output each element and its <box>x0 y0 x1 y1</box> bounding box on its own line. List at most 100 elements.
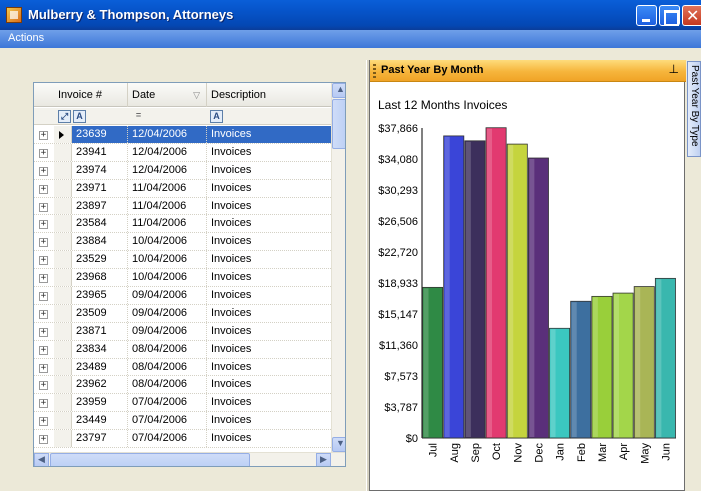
cell-date[interactable]: 09/04/2006 <box>128 322 207 340</box>
row-selector[interactable] <box>54 322 72 340</box>
cell-description[interactable]: Invoices <box>207 341 331 358</box>
table-row[interactable]: +23959 07/04/2006 Invoices <box>34 394 331 413</box>
cell-description[interactable]: Invoices <box>207 251 331 268</box>
table-row[interactable]: +23941 12/04/2006 Invoices <box>34 143 331 162</box>
cell-invoice[interactable]: 23965 <box>72 287 128 304</box>
cell-date[interactable]: 08/04/2006 <box>128 358 207 376</box>
table-row[interactable]: +23639 12/04/2006 Invoices <box>34 126 331 144</box>
expand-icon[interactable]: + <box>39 202 48 212</box>
cell-date[interactable]: 08/04/2006 <box>128 376 207 394</box>
cell-description[interactable]: Invoices <box>207 180 331 197</box>
cell-date[interactable]: 07/04/2006 <box>128 430 207 448</box>
expand-icon[interactable]: + <box>39 345 48 355</box>
row-selector[interactable] <box>54 179 72 197</box>
row-selector[interactable] <box>54 251 72 269</box>
cell-date[interactable]: 09/04/2006 <box>128 304 207 322</box>
cell-description[interactable]: Invoices <box>207 323 331 340</box>
table-row[interactable]: +23449 07/04/2006 Invoices <box>34 412 331 431</box>
column-header-description[interactable]: Description <box>207 83 331 107</box>
table-row[interactable]: +23971 11/04/2006 Invoices <box>34 179 331 198</box>
cell-date[interactable]: 11/04/2006 <box>128 215 207 233</box>
invoice-grid[interactable]: Invoice # Date ▽ Description ⤢ A = A +236… <box>33 82 346 467</box>
cell-date[interactable]: 10/04/2006 <box>128 233 207 251</box>
pane-header[interactable]: Past Year By Month ⊥ <box>370 60 686 82</box>
table-row[interactable]: +23974 12/04/2006 Invoices <box>34 161 331 180</box>
expand-icon[interactable]: + <box>39 184 48 194</box>
cell-description[interactable]: Invoices <box>207 144 331 161</box>
row-selector[interactable] <box>54 143 72 161</box>
close-button[interactable]: ✕ <box>682 5 701 26</box>
expand-icon[interactable]: + <box>39 309 48 319</box>
row-selector[interactable] <box>54 197 72 215</box>
cell-description[interactable]: Invoices <box>207 269 331 286</box>
cell-date[interactable]: 12/04/2006 <box>128 143 207 161</box>
column-header-invoice[interactable]: Invoice # <box>54 83 128 107</box>
cell-description[interactable]: Invoices <box>207 394 331 411</box>
cell-description[interactable]: Invoices <box>207 376 331 393</box>
row-selector[interactable] <box>54 412 72 430</box>
expand-icon[interactable]: + <box>39 399 48 409</box>
horizontal-scroll-thumb[interactable] <box>50 453 250 466</box>
cell-invoice[interactable]: 23941 <box>72 143 128 161</box>
cell-date[interactable]: 10/04/2006 <box>128 251 207 269</box>
cell-description[interactable]: Invoices <box>207 287 331 304</box>
horizontal-scrollbar[interactable]: ◀ ▶ <box>34 452 345 466</box>
cell-description[interactable]: Invoices <box>207 305 331 322</box>
filter-operator-invoice-icon[interactable]: A <box>73 110 86 123</box>
minimize-button[interactable] <box>636 5 657 26</box>
expand-icon[interactable]: + <box>39 292 48 302</box>
cell-invoice[interactable]: 23797 <box>72 430 128 448</box>
scroll-right-button[interactable]: ▶ <box>316 453 331 466</box>
vertical-scroll-thumb[interactable] <box>332 99 345 149</box>
expand-icon[interactable]: + <box>39 148 48 158</box>
cell-invoice[interactable]: 23962 <box>72 376 128 394</box>
maximize-button[interactable] <box>659 5 680 26</box>
expand-icon[interactable]: + <box>39 131 48 140</box>
cell-invoice[interactable]: 23639 <box>72 126 128 143</box>
expand-icon[interactable]: + <box>39 417 48 427</box>
table-row[interactable]: +23968 10/04/2006 Invoices <box>34 269 331 288</box>
expand-icon[interactable]: + <box>39 220 48 230</box>
expand-icon[interactable]: + <box>39 327 48 337</box>
row-selector[interactable] <box>54 430 72 448</box>
grip-icon[interactable] <box>373 64 376 78</box>
cell-invoice[interactable]: 23449 <box>72 412 128 430</box>
row-selector[interactable] <box>54 287 72 304</box>
row-selector[interactable] <box>54 126 72 143</box>
cell-date[interactable]: 07/04/2006 <box>128 412 207 430</box>
cell-date[interactable]: 08/04/2006 <box>128 340 207 358</box>
table-row[interactable]: +23529 10/04/2006 Invoices <box>34 251 331 270</box>
row-selector[interactable] <box>54 340 72 358</box>
cell-invoice[interactable]: 23884 <box>72 233 128 251</box>
table-row[interactable]: +23834 08/04/2006 Invoices <box>34 340 331 359</box>
table-row[interactable]: +23897 11/04/2006 Invoices <box>34 197 331 216</box>
table-row[interactable]: +23871 09/04/2006 Invoices <box>34 322 331 341</box>
row-selector[interactable] <box>54 215 72 233</box>
table-row[interactable]: +23884 10/04/2006 Invoices <box>34 233 331 252</box>
table-row[interactable]: +23509 09/04/2006 Invoices <box>34 304 331 323</box>
expand-icon[interactable]: + <box>39 435 48 445</box>
cell-invoice[interactable]: 23871 <box>72 322 128 340</box>
scroll-up-button[interactable]: ▲ <box>332 83 345 98</box>
cell-invoice[interactable]: 23489 <box>72 358 128 376</box>
row-selector[interactable] <box>54 233 72 251</box>
row-selector[interactable] <box>54 376 72 394</box>
title-bar[interactable]: Mulberry & Thompson, Attorneys ✕ <box>0 0 701 30</box>
table-row[interactable]: +23797 07/04/2006 Invoices <box>34 430 331 449</box>
filter-operator-description-icon[interactable]: A <box>210 110 223 123</box>
table-row[interactable]: +23584 11/04/2006 Invoices <box>34 215 331 234</box>
expand-icon[interactable]: + <box>39 256 48 266</box>
cell-invoice[interactable]: 23974 <box>72 161 128 179</box>
scroll-down-button[interactable]: ▼ <box>332 437 345 452</box>
cell-invoice[interactable]: 23584 <box>72 215 128 233</box>
cell-description[interactable]: Invoices <box>207 430 331 447</box>
table-row[interactable]: +23962 08/04/2006 Invoices <box>34 376 331 395</box>
cell-date[interactable]: 09/04/2006 <box>128 287 207 304</box>
cell-date[interactable]: 11/04/2006 <box>128 197 207 215</box>
expand-icon[interactable]: + <box>39 166 48 176</box>
row-selector[interactable] <box>54 161 72 179</box>
cell-invoice[interactable]: 23897 <box>72 197 128 215</box>
cell-description[interactable]: Invoices <box>207 162 331 179</box>
vertical-scrollbar[interactable]: ▲ ▼ <box>331 83 345 452</box>
table-row[interactable]: +23489 08/04/2006 Invoices <box>34 358 331 377</box>
